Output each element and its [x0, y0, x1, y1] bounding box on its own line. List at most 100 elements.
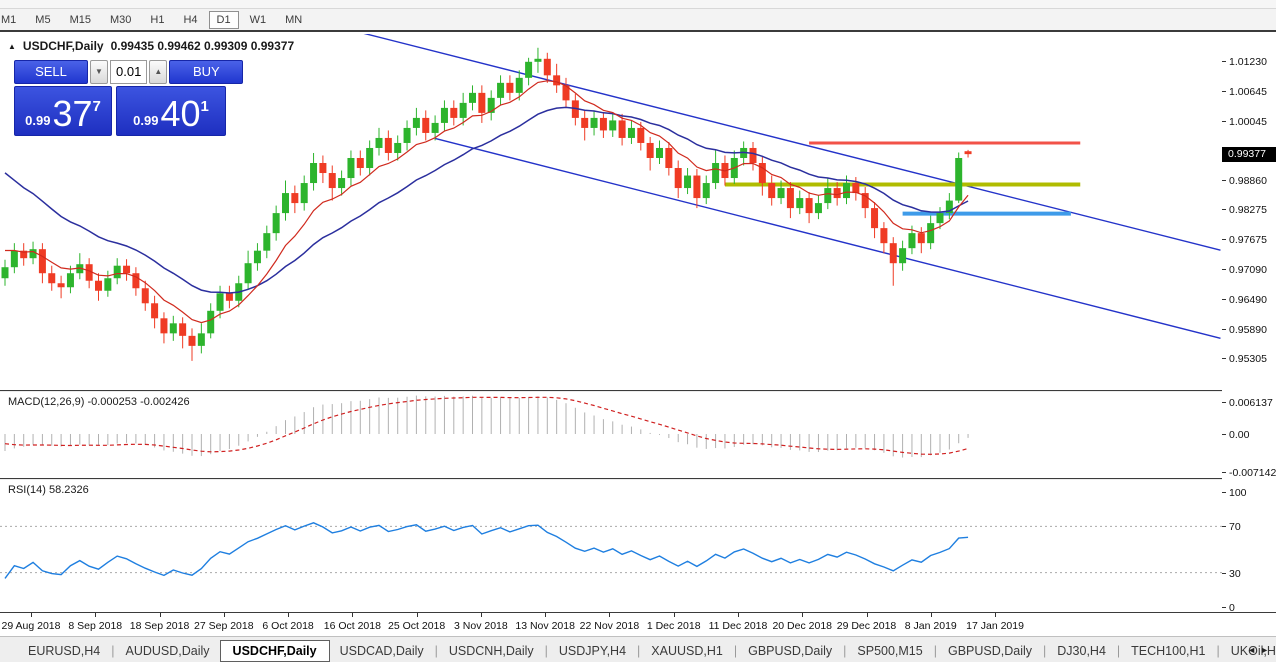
candle-body	[404, 128, 411, 143]
timeframe-button-m1[interactable]: M1	[0, 11, 24, 29]
candle-body	[2, 267, 9, 278]
candle-body	[347, 158, 354, 178]
chart-tab-usdcad-daily[interactable]: USDCAD,Daily	[330, 640, 434, 662]
axis-tick	[1222, 492, 1226, 493]
sell-button[interactable]: SELL	[14, 60, 88, 84]
volume-input[interactable]: 0.01	[110, 60, 147, 84]
trendline-channel-lower[interactable]	[435, 138, 1220, 338]
chart-tab-audusd-daily[interactable]: AUDUSD,Daily	[116, 640, 220, 662]
candle-body	[899, 248, 906, 263]
candle-body	[376, 138, 383, 148]
candle-body	[591, 118, 598, 128]
trendline-channel-upper[interactable]	[342, 34, 1221, 250]
date-tick	[95, 613, 96, 617]
candle-body	[937, 213, 944, 223]
candle-body	[469, 93, 476, 103]
date-axis-label: 27 Sep 2018	[194, 620, 254, 632]
price-axis-label: 1.00045	[1229, 116, 1267, 128]
axis-tick	[1222, 91, 1226, 92]
candle-body	[263, 233, 270, 251]
candle-body	[656, 148, 663, 158]
chart-tab-dj30-h4[interactable]: DJ30,H4	[1047, 640, 1116, 662]
date-axis-label: 3 Nov 2018	[454, 620, 508, 632]
candle-body	[965, 151, 972, 154]
date-tick	[417, 613, 418, 617]
macd-axis-label: -0.007142	[1229, 467, 1276, 479]
timeframe-button-d1[interactable]: D1	[209, 11, 239, 29]
candle-body	[488, 98, 495, 113]
macd-axis-label: 0.00	[1229, 429, 1249, 441]
price-axis-label: 0.98860	[1229, 175, 1267, 187]
tab-scroll-right-icon[interactable]: ►	[1260, 645, 1273, 655]
chart-tab-eurusd-h4[interactable]: EURUSD,H4	[18, 640, 110, 662]
tab-scroll-arrows: ◄►	[1247, 645, 1273, 655]
axis-tick	[1222, 402, 1226, 403]
collapse-icon[interactable]: ▲	[8, 42, 16, 51]
date-axis-label: 1 Dec 2018	[647, 620, 701, 632]
price-axis[interactable]: 1.012301.006451.000450.994600.988600.982…	[1222, 34, 1276, 612]
candle-body	[600, 118, 607, 131]
buy-button[interactable]: BUY	[169, 60, 243, 84]
tab-scroll-left-icon[interactable]: ◄	[1247, 645, 1260, 655]
candle-body	[703, 183, 710, 198]
price-axis-label: 1.01230	[1229, 56, 1267, 68]
candle-body	[787, 188, 794, 208]
candle-body	[516, 78, 523, 93]
candle-body	[506, 83, 513, 93]
timeframe-button-m30[interactable]: M30	[102, 11, 139, 29]
volume-decrease-button[interactable]: ▼	[90, 60, 108, 84]
price-pane: ▲ USDCHF,Daily 0.99435 0.99462 0.99309 0…	[0, 34, 1276, 390]
timeframe-button-w1[interactable]: W1	[242, 11, 275, 29]
candle-body	[413, 118, 420, 128]
candle-body	[104, 278, 111, 291]
timeframe-button-m5[interactable]: M5	[27, 11, 58, 29]
chart-tab-usdcnh-daily[interactable]: USDCNH,Daily	[439, 640, 544, 662]
candle-body	[497, 83, 504, 98]
timeframe-button-h4[interactable]: H4	[175, 11, 205, 29]
chart-tab-gbpusd-daily[interactable]: GBPUSD,Daily	[938, 640, 1042, 662]
chart-tab-bar: EURUSD,H4|AUDUSD,DailyUSDCHF,DailyUSDCAD…	[0, 636, 1276, 662]
candle-body	[609, 120, 616, 130]
date-axis-label: 13 Nov 2018	[515, 620, 575, 632]
axis-tick	[1222, 472, 1226, 473]
rsi-canvas[interactable]	[0, 480, 1223, 612]
sell-price-pip: 7	[93, 87, 101, 127]
chart-tab-usdchf-daily[interactable]: USDCHF,Daily	[220, 640, 330, 662]
timeframe-button-m15[interactable]: M15	[62, 11, 99, 29]
buy-price-quote[interactable]: 0.99 40 1	[116, 86, 226, 136]
sell-price-quote[interactable]: 0.99 37 7	[14, 86, 112, 136]
date-tick	[995, 613, 996, 617]
date-tick	[31, 613, 32, 617]
rsi-label: RSI(14) 58.2326	[8, 484, 89, 496]
candle-body	[189, 336, 196, 346]
date-axis-label: 22 Nov 2018	[580, 620, 640, 632]
chart-tab-sp500-m15[interactable]: SP500,M15	[847, 640, 932, 662]
candle-body	[282, 193, 289, 213]
date-axis-label: 6 Oct 2018	[262, 620, 313, 632]
axis-tick	[1222, 121, 1226, 122]
timeframe-button-mn[interactable]: MN	[277, 11, 310, 29]
candle-body	[385, 138, 392, 153]
chart-tab-tech100-h1[interactable]: TECH100,H1	[1121, 640, 1215, 662]
volume-increase-button[interactable]: ▲	[149, 60, 167, 84]
date-axis[interactable]: 29 Aug 20188 Sep 201818 Sep 201827 Sep 2…	[0, 613, 1276, 637]
chart-tab-xauusd-h1[interactable]: XAUUSD,H1	[641, 640, 733, 662]
timeframe-button-h1[interactable]: H1	[142, 11, 172, 29]
candle-body	[647, 143, 654, 158]
date-tick	[481, 613, 482, 617]
candle-body	[338, 178, 345, 188]
candle-body	[432, 123, 439, 133]
chart-tab-usdjpy-h4[interactable]: USDJPY,H4	[549, 640, 636, 662]
chart-tab-gbpusd-daily[interactable]: GBPUSD,Daily	[738, 640, 842, 662]
candle-body	[768, 183, 775, 198]
candle-body	[927, 223, 934, 243]
macd-axis-label: 0.006137	[1229, 397, 1273, 409]
axis-tick	[1222, 607, 1226, 608]
candle-body	[160, 318, 167, 333]
timeframe-toolbar: M1M5M15M30H1H4D1W1MN	[0, 9, 1276, 30]
candle-body	[95, 281, 102, 291]
price-axis-label: 0.96490	[1229, 294, 1267, 306]
date-tick	[352, 613, 353, 617]
price-axis-label: 0.97090	[1229, 264, 1267, 276]
axis-tick	[1222, 299, 1226, 300]
